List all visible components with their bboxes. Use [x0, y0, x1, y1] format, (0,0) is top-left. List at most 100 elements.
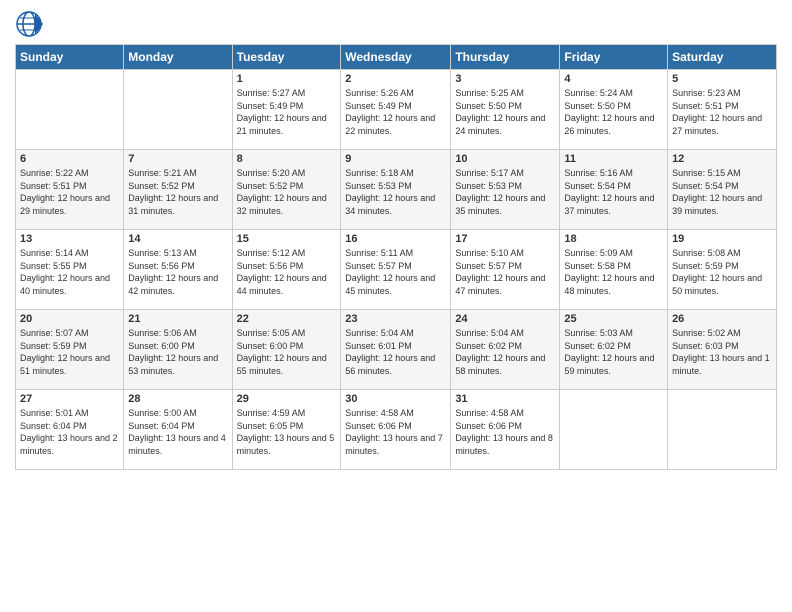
day-info: Sunrise: 5:08 AMSunset: 5:59 PMDaylight:…	[672, 247, 772, 297]
day-number: 11	[564, 153, 663, 165]
calendar-cell: 8 Sunrise: 5:20 AMSunset: 5:52 PMDaylight…	[232, 150, 341, 230]
day-number: 20	[20, 313, 119, 325]
calendar-cell: 29 Sunrise: 4:59 AMSunset: 6:05 PMDayligh…	[232, 390, 341, 470]
day-info: Sunrise: 5:09 AMSunset: 5:58 PMDaylight:…	[564, 247, 663, 297]
day-info: Sunrise: 5:23 AMSunset: 5:51 PMDaylight:…	[672, 87, 772, 137]
day-number: 4	[564, 73, 663, 85]
calendar-week-3: 13 Sunrise: 5:14 AMSunset: 5:55 PMDayligh…	[16, 230, 777, 310]
day-number: 22	[237, 313, 337, 325]
day-number: 2	[345, 73, 446, 85]
calendar-cell: 14 Sunrise: 5:13 AMSunset: 5:56 PMDayligh…	[124, 230, 232, 310]
day-number: 23	[345, 313, 446, 325]
day-info: Sunrise: 5:13 AMSunset: 5:56 PMDaylight:…	[128, 247, 227, 297]
day-info: Sunrise: 5:07 AMSunset: 5:59 PMDaylight:…	[20, 327, 119, 377]
calendar-cell: 6 Sunrise: 5:22 AMSunset: 5:51 PMDaylight…	[16, 150, 124, 230]
day-info: Sunrise: 5:27 AMSunset: 5:49 PMDaylight:…	[237, 87, 337, 137]
day-info: Sunrise: 5:01 AMSunset: 6:04 PMDaylight:…	[20, 407, 119, 457]
calendar-table: SundayMondayTuesdayWednesdayThursdayFrid…	[15, 44, 777, 470]
day-info: Sunrise: 5:03 AMSunset: 6:02 PMDaylight:…	[564, 327, 663, 377]
calendar-cell: 13 Sunrise: 5:14 AMSunset: 5:55 PMDayligh…	[16, 230, 124, 310]
calendar-cell: 23 Sunrise: 5:04 AMSunset: 6:01 PMDayligh…	[341, 310, 451, 390]
day-info: Sunrise: 4:59 AMSunset: 6:05 PMDaylight:…	[237, 407, 337, 457]
logo	[15, 10, 46, 38]
calendar-cell: 26 Sunrise: 5:02 AMSunset: 6:03 PMDayligh…	[668, 310, 777, 390]
header	[15, 10, 777, 38]
day-number: 19	[672, 233, 772, 245]
calendar-week-1: 1 Sunrise: 5:27 AMSunset: 5:49 PMDaylight…	[16, 70, 777, 150]
weekday-header-wednesday: Wednesday	[341, 45, 451, 70]
day-info: Sunrise: 5:04 AMSunset: 6:01 PMDaylight:…	[345, 327, 446, 377]
day-info: Sunrise: 5:12 AMSunset: 5:56 PMDaylight:…	[237, 247, 337, 297]
day-info: Sunrise: 4:58 AMSunset: 6:06 PMDaylight:…	[345, 407, 446, 457]
weekday-header-saturday: Saturday	[668, 45, 777, 70]
calendar-cell: 9Sunrise: 5:18 AMSunset: 5:53 PMDaylight…	[341, 150, 451, 230]
calendar-cell: 24Sunrise: 5:04 AMSunset: 6:02 PMDayligh…	[451, 310, 560, 390]
day-number: 17	[455, 233, 555, 245]
calendar-cell	[560, 390, 668, 470]
calendar-week-4: 20 Sunrise: 5:07 AMSunset: 5:59 PMDayligh…	[16, 310, 777, 390]
globe-icon	[15, 10, 43, 38]
day-info: Sunrise: 5:00 AMSunset: 6:04 PMDaylight:…	[128, 407, 227, 457]
calendar-cell: 19 Sunrise: 5:08 AMSunset: 5:59 PMDayligh…	[668, 230, 777, 310]
weekday-header-tuesday: Tuesday	[232, 45, 341, 70]
weekday-header-sunday: Sunday	[16, 45, 124, 70]
day-number: 18	[564, 233, 663, 245]
calendar-cell	[16, 70, 124, 150]
day-info: Sunrise: 5:15 AMSunset: 5:54 PMDaylight:…	[672, 167, 772, 217]
calendar-cell: 5 Sunrise: 5:23 AMSunset: 5:51 PMDaylight…	[668, 70, 777, 150]
day-info: Sunrise: 5:17 AMSunset: 5:53 PMDaylight:…	[455, 167, 555, 217]
day-number: 31	[455, 393, 555, 405]
calendar-cell: 27Sunrise: 5:01 AMSunset: 6:04 PMDayligh…	[16, 390, 124, 470]
calendar-cell: 18 Sunrise: 5:09 AMSunset: 5:58 PMDayligh…	[560, 230, 668, 310]
day-number: 6	[20, 153, 119, 165]
calendar-header: SundayMondayTuesdayWednesdayThursdayFrid…	[16, 45, 777, 70]
calendar-cell: 15 Sunrise: 5:12 AMSunset: 5:56 PMDayligh…	[232, 230, 341, 310]
calendar-cell: 7 Sunrise: 5:21 AMSunset: 5:52 PMDaylight…	[124, 150, 232, 230]
weekday-header-row: SundayMondayTuesdayWednesdayThursdayFrid…	[16, 45, 777, 70]
calendar-week-2: 6 Sunrise: 5:22 AMSunset: 5:51 PMDaylight…	[16, 150, 777, 230]
weekday-header-thursday: Thursday	[451, 45, 560, 70]
calendar-cell: 1 Sunrise: 5:27 AMSunset: 5:49 PMDaylight…	[232, 70, 341, 150]
day-info: Sunrise: 5:16 AMSunset: 5:54 PMDaylight:…	[564, 167, 663, 217]
day-number: 14	[128, 233, 227, 245]
day-info: Sunrise: 5:25 AMSunset: 5:50 PMDaylight:…	[455, 87, 555, 137]
calendar-cell: 3 Sunrise: 5:25 AMSunset: 5:50 PMDaylight…	[451, 70, 560, 150]
day-info: Sunrise: 4:58 AMSunset: 6:06 PMDaylight:…	[455, 407, 555, 457]
calendar-cell: 28Sunrise: 5:00 AMSunset: 6:04 PMDayligh…	[124, 390, 232, 470]
day-number: 13	[20, 233, 119, 245]
day-info: Sunrise: 5:20 AMSunset: 5:52 PMDaylight:…	[237, 167, 337, 217]
calendar-cell: 11 Sunrise: 5:16 AMSunset: 5:54 PMDayligh…	[560, 150, 668, 230]
calendar-cell: 12Sunrise: 5:15 AMSunset: 5:54 PMDayligh…	[668, 150, 777, 230]
day-number: 5	[672, 73, 772, 85]
weekday-header-monday: Monday	[124, 45, 232, 70]
calendar-week-5: 27Sunrise: 5:01 AMSunset: 6:04 PMDayligh…	[16, 390, 777, 470]
day-info: Sunrise: 5:05 AMSunset: 6:00 PMDaylight:…	[237, 327, 337, 377]
day-info: Sunrise: 5:06 AMSunset: 6:00 PMDaylight:…	[128, 327, 227, 377]
day-number: 16	[345, 233, 446, 245]
calendar-cell: 22 Sunrise: 5:05 AMSunset: 6:00 PMDayligh…	[232, 310, 341, 390]
day-number: 29	[237, 393, 337, 405]
day-number: 26	[672, 313, 772, 325]
day-number: 15	[237, 233, 337, 245]
day-number: 8	[237, 153, 337, 165]
day-number: 3	[455, 73, 555, 85]
day-info: Sunrise: 5:02 AMSunset: 6:03 PMDaylight:…	[672, 327, 772, 377]
day-number: 1	[237, 73, 337, 85]
day-info: Sunrise: 5:04 AMSunset: 6:02 PMDaylight:…	[455, 327, 555, 377]
calendar-body: 1 Sunrise: 5:27 AMSunset: 5:49 PMDaylight…	[16, 70, 777, 470]
calendar-cell	[668, 390, 777, 470]
day-info: Sunrise: 5:21 AMSunset: 5:52 PMDaylight:…	[128, 167, 227, 217]
day-number: 7	[128, 153, 227, 165]
day-info: Sunrise: 5:10 AMSunset: 5:57 PMDaylight:…	[455, 247, 555, 297]
day-info: Sunrise: 5:22 AMSunset: 5:51 PMDaylight:…	[20, 167, 119, 217]
day-info: Sunrise: 5:14 AMSunset: 5:55 PMDaylight:…	[20, 247, 119, 297]
day-number: 21	[128, 313, 227, 325]
day-number: 9	[345, 153, 446, 165]
calendar-cell: 10 Sunrise: 5:17 AMSunset: 5:53 PMDayligh…	[451, 150, 560, 230]
calendar-cell	[124, 70, 232, 150]
calendar-cell: 16Sunrise: 5:11 AMSunset: 5:57 PMDayligh…	[341, 230, 451, 310]
weekday-header-friday: Friday	[560, 45, 668, 70]
day-info: Sunrise: 5:24 AMSunset: 5:50 PMDaylight:…	[564, 87, 663, 137]
day-number: 10	[455, 153, 555, 165]
day-info: Sunrise: 5:26 AMSunset: 5:49 PMDaylight:…	[345, 87, 446, 137]
